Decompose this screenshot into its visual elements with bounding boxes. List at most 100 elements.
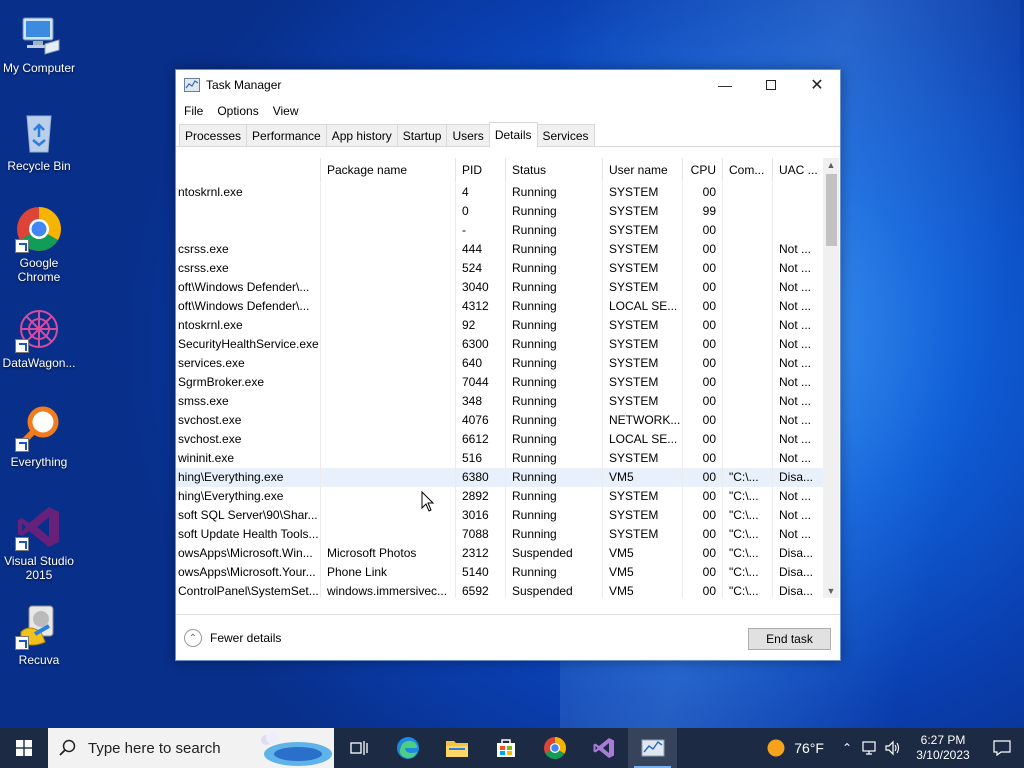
taskbar-task-manager[interactable] xyxy=(628,728,677,768)
tab-performance[interactable]: Performance xyxy=(246,124,327,146)
column-header-cpu[interactable]: CPU xyxy=(683,158,723,182)
desktop-icon-recuva[interactable]: Recuva xyxy=(0,602,78,667)
tab-users[interactable]: Users xyxy=(446,124,490,146)
taskbar-file-explorer[interactable] xyxy=(432,728,481,768)
table-row[interactable]: hing\Everything.exe 6380 Running VM5 00 "C:\.… xyxy=(176,468,824,487)
user-name-cell: SYSTEM xyxy=(603,316,683,335)
tab-app-history[interactable]: App history xyxy=(325,124,398,146)
column-header-pid[interactable]: PID xyxy=(456,158,506,182)
monitor-icon xyxy=(15,10,63,58)
pid-cell: 0 xyxy=(456,202,506,221)
maximize-button[interactable] xyxy=(748,70,794,100)
close-button[interactable]: ✕ xyxy=(794,70,840,100)
weather-sun-icon[interactable] xyxy=(766,738,786,758)
table-row[interactable]: svchost.exe 6612 Running LOCAL SE... 00 Not .… xyxy=(176,430,824,449)
package-name-cell xyxy=(321,278,456,297)
desktop-icon-my-computer[interactable]: My Computer xyxy=(0,10,78,75)
vertical-scroll-thumb[interactable] xyxy=(826,174,837,246)
table-row[interactable]: csrss.exe 524 Running SYSTEM 00 Not ... xyxy=(176,259,824,278)
table-header: Package name PID Status User name CPU Co… xyxy=(176,158,824,182)
menu-view[interactable]: View xyxy=(273,104,299,118)
system-tray: 76°F ⌃ 6:27 PM 3/10/2023 xyxy=(766,728,1024,768)
table-row[interactable]: smss.exe 348 Running SYSTEM 00 Not ... xyxy=(176,392,824,411)
column-header-user-name[interactable]: User name xyxy=(603,158,683,182)
process-name-cell: SgrmBroker.exe xyxy=(176,373,321,392)
uac-cell: Disa... xyxy=(779,565,814,579)
tab-details[interactable]: Details xyxy=(488,122,538,147)
minimize-button[interactable]: — xyxy=(702,70,748,100)
taskbar: Type here to search 76°F ⌃ 6:27 PM 3/10/… xyxy=(0,728,1024,768)
uac-cell: Not ... xyxy=(779,356,812,370)
taskbar-edge[interactable] xyxy=(383,728,432,768)
process-name-cell: ntoskrnl.exe xyxy=(176,316,321,335)
pid-cell: 6612 xyxy=(456,430,506,449)
status-cell: Running xyxy=(506,487,603,506)
scroll-up-arrow-icon[interactable]: ▲ xyxy=(823,158,839,172)
table-row[interactable]: soft Update Health Tools... 7088 Running SY… xyxy=(176,525,824,544)
volume-icon[interactable] xyxy=(884,740,902,756)
status-cell: Running xyxy=(506,506,603,525)
table-row[interactable]: ntoskrnl.exe 4 Running SYSTEM 00 xyxy=(176,183,824,202)
desktop-icon-recycle-bin[interactable]: Recycle Bin xyxy=(0,108,78,173)
column-header-name[interactable] xyxy=(176,158,321,182)
store-icon xyxy=(496,739,515,757)
weather-temperature[interactable]: 76°F xyxy=(794,740,824,756)
menu-file[interactable]: File xyxy=(184,104,203,118)
task-view-button[interactable] xyxy=(334,728,383,768)
table-row[interactable]: ControlPanel\SystemSet... windows.immersi… xyxy=(176,582,824,598)
taskbar-chrome[interactable] xyxy=(530,728,579,768)
shortcut-arrow-icon xyxy=(15,537,29,551)
column-header-package-name[interactable]: Package name xyxy=(321,158,456,182)
uac-cell: Not ... xyxy=(779,432,812,446)
package-name-cell xyxy=(321,487,456,506)
chevron-up-icon[interactable]: ⌃ xyxy=(842,741,852,755)
table-row[interactable]: soft SQL Server\90\Shar... 3016 Running SYS… xyxy=(176,506,824,525)
desktop-icon-datawagon[interactable]: DataWagon... xyxy=(0,305,78,370)
cpu-cell: 00 xyxy=(683,525,723,544)
notifications-button[interactable] xyxy=(980,728,1024,768)
fewer-details-button[interactable]: ⌃ Fewer details xyxy=(184,629,281,647)
table-row[interactable]: ntoskrnl.exe 92 Running SYSTEM 00 Not ... xyxy=(176,316,824,335)
command-line-cell xyxy=(723,373,773,392)
column-header-command-line[interactable]: Com... xyxy=(723,158,773,182)
title-bar[interactable]: Task Manager — ✕ xyxy=(176,70,840,100)
start-button[interactable] xyxy=(0,728,48,768)
menu-options[interactable]: Options xyxy=(217,104,258,118)
user-name-cell: NETWORK... xyxy=(603,411,683,430)
table-row[interactable]: services.exe 640 Running SYSTEM 00 Not ... xyxy=(176,354,824,373)
user-name-cell: VM5 xyxy=(603,468,683,487)
column-header-uac[interactable]: UAC ... xyxy=(773,158,824,182)
table-row[interactable]: - Running SYSTEM 00 xyxy=(176,221,824,240)
end-task-button[interactable]: End task xyxy=(748,628,831,650)
tab-startup[interactable]: Startup xyxy=(396,124,448,146)
table-row[interactable]: SecurityHealthService.exe 6300 Running SYST… xyxy=(176,335,824,354)
clock[interactable]: 6:27 PM 3/10/2023 xyxy=(906,733,980,763)
package-name-cell xyxy=(321,221,456,240)
table-row[interactable]: 0 Running SYSTEM 99 xyxy=(176,202,824,221)
table-row[interactable]: csrss.exe 444 Running SYSTEM 00 Not ... xyxy=(176,240,824,259)
vertical-scrollbar[interactable]: ▲ ▼ xyxy=(823,158,839,598)
table-row[interactable]: oft\Windows Defender\... 4312 Running LOCAL… xyxy=(176,297,824,316)
table-row[interactable]: owsApps\Microsoft.Win... Microsoft Photos… xyxy=(176,544,824,563)
table-row[interactable]: svchost.exe 4076 Running NETWORK... 00 Not ..… xyxy=(176,411,824,430)
tab-processes[interactable]: Processes xyxy=(179,124,248,146)
table-row[interactable]: SgrmBroker.exe 7044 Running SYSTEM 00 Not ... xyxy=(176,373,824,392)
desktop-icon-google-chrome[interactable]: Google Chrome xyxy=(0,205,78,284)
desktop-icon-everything[interactable]: Everything xyxy=(0,404,78,469)
package-name-cell xyxy=(321,411,456,430)
desktop-icon-visual-studio[interactable]: Visual Studio 2015 xyxy=(0,503,78,582)
taskbar-store[interactable] xyxy=(481,728,530,768)
table-row[interactable]: owsApps\Microsoft.Your... Phone Link 5140 R… xyxy=(176,563,824,582)
scroll-down-arrow-icon[interactable]: ▼ xyxy=(823,584,839,598)
process-name-cell: smss.exe xyxy=(176,392,321,411)
visual-studio-icon xyxy=(15,503,63,551)
taskbar-search-box[interactable]: Type here to search xyxy=(48,728,334,768)
network-icon[interactable] xyxy=(860,740,878,756)
column-header-status[interactable]: Status xyxy=(506,158,603,182)
tab-services[interactable]: Services xyxy=(536,124,595,146)
table-row[interactable]: hing\Everything.exe 2892 Running SYSTEM 00 "C… xyxy=(176,487,824,506)
user-name-cell: SYSTEM xyxy=(603,183,683,202)
table-row[interactable]: wininit.exe 516 Running SYSTEM 00 Not ... xyxy=(176,449,824,468)
taskbar-visual-studio[interactable] xyxy=(579,728,628,768)
table-row[interactable]: oft\Windows Defender\... 3040 Running SYSTE… xyxy=(176,278,824,297)
